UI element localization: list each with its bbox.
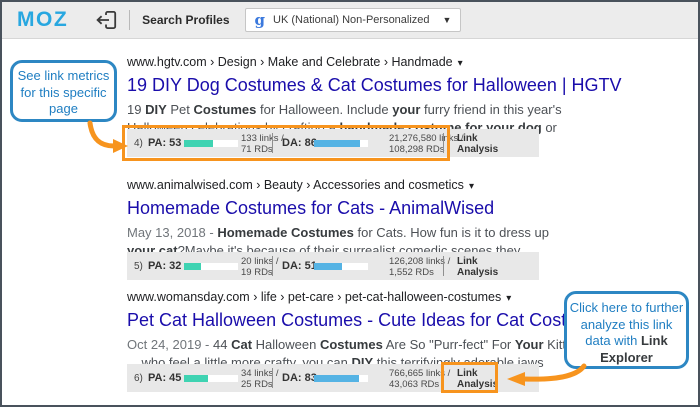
result-title-link[interactable]: Pet Cat Halloween Costumes - Cute Ideas … <box>127 309 610 331</box>
toolbar-divider <box>129 10 131 30</box>
search-result-womansday: www.womansday.com › life › pet-care › pe… <box>127 290 610 393</box>
search-profile-value: UK (National) Non-Personalized <box>273 14 430 26</box>
da-bar <box>314 140 368 147</box>
chevron-down-icon[interactable]: ▾ <box>506 293 511 304</box>
mozbar-toolbar: MOZ Search Profiles g UK (National) Non-… <box>2 2 698 39</box>
chevron-down-icon[interactable]: ▾ <box>469 181 474 192</box>
metric-divider <box>272 133 273 153</box>
da-bar <box>314 375 368 382</box>
link-analysis-button[interactable]: Link Analysis <box>457 368 498 390</box>
result-title-link[interactable]: Homemade Costumes for Cats - AnimalWised <box>127 197 575 219</box>
moz-logo: MOZ <box>17 8 69 31</box>
callout-link-explorer: Click here to further analyze this link … <box>564 291 689 369</box>
moz-metrics-strip: 6) PA: 45 34 links /25 RDs DA: 83 766,66… <box>127 362 539 393</box>
pa-label: PA: 53 <box>148 137 182 149</box>
result-index: 4) <box>134 138 143 149</box>
pa-bar <box>184 140 238 147</box>
google-icon: g <box>254 11 266 29</box>
da-links-count: 126,208 links /1,552 RDs <box>389 256 451 278</box>
result-index: 6) <box>134 373 143 384</box>
link-analysis-button[interactable]: Link Analysis <box>457 256 498 278</box>
search-result-hgtv: www.hgtv.com › Design › Make and Celebra… <box>122 55 622 161</box>
pa-label: PA: 45 <box>148 372 182 384</box>
search-result-animalwised: www.animalwised.com › Beauty › Accessori… <box>127 178 575 280</box>
da-label: DA: 51 <box>282 260 317 272</box>
pa-bar-fill <box>184 375 209 382</box>
pa-bar <box>184 263 238 270</box>
da-bar-fill <box>314 375 359 382</box>
pa-links-count: 133 links /71 RDs <box>241 133 284 155</box>
da-bar <box>314 263 368 270</box>
export-icon[interactable] <box>95 10 117 30</box>
pa-bar <box>184 375 238 382</box>
da-links-count: 766,665 links /43,063 RDs <box>389 368 451 390</box>
moz-metrics-strip: 5) PA: 32 20 links /19 RDs DA: 51 126,20… <box>127 252 539 280</box>
mozbar-serp-screenshot: MOZ Search Profiles g UK (National) Non-… <box>0 0 700 407</box>
chevron-down-icon[interactable]: ▾ <box>458 58 463 69</box>
chevron-down-icon: ▼ <box>442 15 452 25</box>
da-label: DA: 86 <box>282 137 317 149</box>
da-label: DA: 83 <box>282 372 317 384</box>
link-analysis-button[interactable]: Link Analysis <box>457 133 498 155</box>
arrow-to-metrics <box>87 120 117 149</box>
result-index: 5) <box>134 261 143 272</box>
search-profiles-label: Search Profiles <box>142 13 230 27</box>
breadcrumb[interactable]: www.animalwised.com › Beauty › Accessori… <box>127 178 575 194</box>
metric-divider <box>443 368 444 388</box>
moz-metrics-strip: 4) PA: 53 133 links /71 RDs DA: 86 21,27… <box>122 125 539 161</box>
da-bar-fill <box>314 263 342 270</box>
arrow-head-right <box>113 139 128 153</box>
metric-divider <box>443 133 444 153</box>
da-bar-fill <box>314 140 361 147</box>
breadcrumb[interactable]: www.hgtv.com › Design › Make and Celebra… <box>127 55 575 71</box>
metric-divider <box>272 256 273 276</box>
callout-link-metrics: See link metrics for this specific page <box>10 60 117 122</box>
pa-bar-fill <box>184 263 202 270</box>
metric-divider <box>272 368 273 388</box>
pa-label: PA: 32 <box>148 260 182 272</box>
da-links-count: 21,276,580 links /108,298 RDs <box>389 133 464 155</box>
metric-divider <box>443 256 444 276</box>
result-title-link[interactable]: 19 DIY Dog Costumes & Cat Costumes for H… <box>127 74 622 96</box>
pa-bar-fill <box>184 140 213 147</box>
breadcrumb[interactable]: www.womansday.com › life › pet-care › pe… <box>127 290 575 306</box>
search-profile-dropdown[interactable]: g UK (National) Non-Personalized ▼ <box>244 8 462 32</box>
